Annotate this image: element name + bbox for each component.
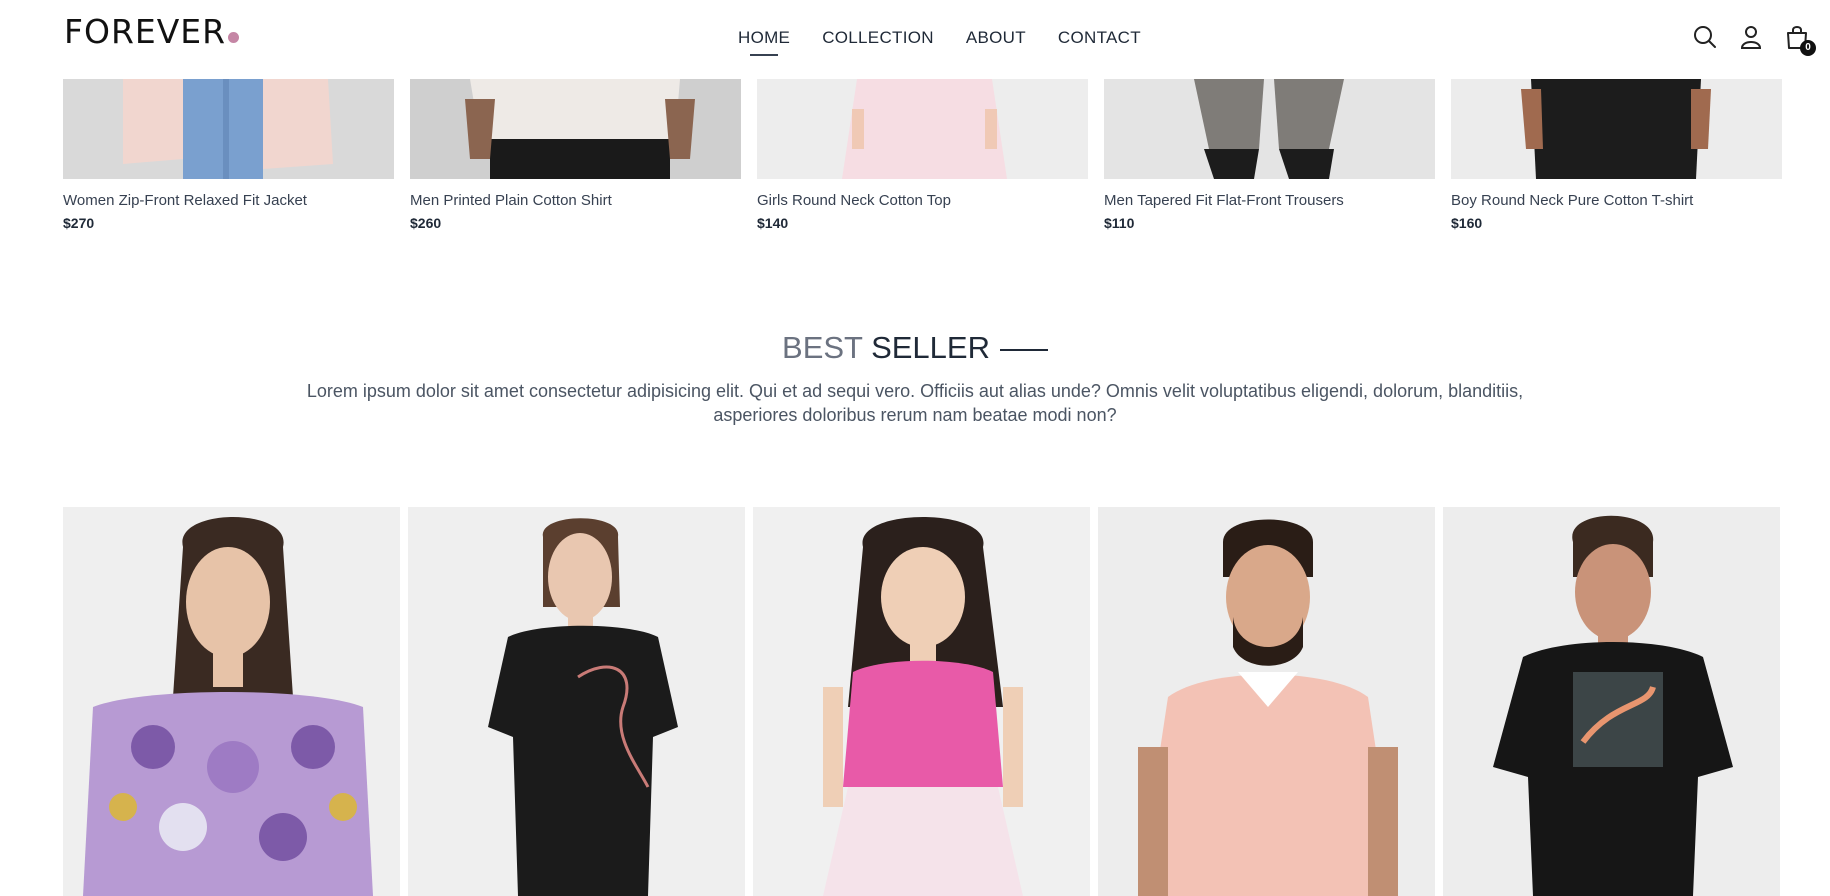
product-image[interactable] — [1443, 507, 1780, 896]
product-image[interactable] — [408, 507, 745, 896]
nav-about[interactable]: ABOUT — [966, 28, 1026, 48]
best-seller-title-light: BEST — [782, 330, 863, 365]
profile-icon[interactable] — [1738, 24, 1764, 50]
product-image[interactable] — [63, 79, 394, 179]
product-price: $270 — [63, 215, 95, 231]
product-price: $140 — [757, 215, 789, 231]
best-seller-title-bold: SELLER — [871, 330, 990, 365]
product-image[interactable] — [410, 79, 741, 179]
product-image[interactable] — [753, 507, 1090, 896]
product-image[interactable] — [1104, 79, 1435, 179]
product-card[interactable]: Men Tapered Fit Flat-Front Trousers $110 — [1104, 79, 1435, 231]
product-price: $110 — [1104, 215, 1135, 231]
product-card[interactable]: Men Printed Plain Cotton Shirt $260 — [410, 79, 741, 231]
product-image[interactable] — [1098, 507, 1435, 896]
product-name[interactable]: Girls Round Neck Cotton Top — [757, 192, 1088, 209]
logo[interactable]: FOREVER — [64, 12, 240, 51]
product-name[interactable]: Men Tapered Fit Flat-Front Trousers — [1104, 192, 1435, 209]
product-name[interactable]: Men Printed Plain Cotton Shirt — [410, 192, 741, 209]
best-seller-title: BEST SELLER — [0, 330, 1830, 366]
nav-home[interactable]: HOME — [738, 28, 790, 56]
product-price: $160 — [1451, 215, 1483, 231]
product-image[interactable] — [63, 507, 400, 896]
product-name[interactable]: Boy Round Neck Pure Cotton T-shirt — [1451, 192, 1782, 209]
cart-count-badge: 0 — [1800, 40, 1816, 56]
product-price: $260 — [410, 215, 442, 231]
product-card[interactable]: Girls Round Neck Cotton Top $140 — [757, 79, 1088, 231]
nav-contact[interactable]: CONTACT — [1058, 28, 1141, 48]
product-image[interactable] — [757, 79, 1088, 179]
best-seller-row — [63, 507, 1780, 896]
product-name[interactable]: Women Zip-Front Relaxed Fit Jacket — [63, 192, 394, 209]
cart-icon[interactable]: 0 — [1784, 24, 1816, 56]
product-image[interactable] — [1451, 79, 1782, 179]
nav-collection[interactable]: COLLECTION — [822, 28, 934, 48]
header-icons: 0 — [1692, 24, 1816, 56]
search-icon[interactable] — [1692, 24, 1718, 50]
product-card[interactable]: Women Zip-Front Relaxed Fit Jacket $270 — [63, 79, 394, 231]
site-header: FOREVER HOME COLLECTION ABOUT CONTACT 0 — [0, 0, 1830, 79]
product-card[interactable]: Boy Round Neck Pure Cotton T-shirt $160 — [1451, 79, 1782, 231]
logo-dot — [228, 32, 240, 43]
main-nav: HOME COLLECTION ABOUT CONTACT — [738, 28, 1141, 56]
logo-text: FOREVER — [64, 12, 227, 51]
best-seller-description: Lorem ipsum dolor sit amet consectetur a… — [306, 381, 1524, 425]
title-underline — [999, 348, 1048, 351]
latest-collection-row: Women Zip-Front Relaxed Fit Jacket $270 … — [63, 79, 1782, 231]
